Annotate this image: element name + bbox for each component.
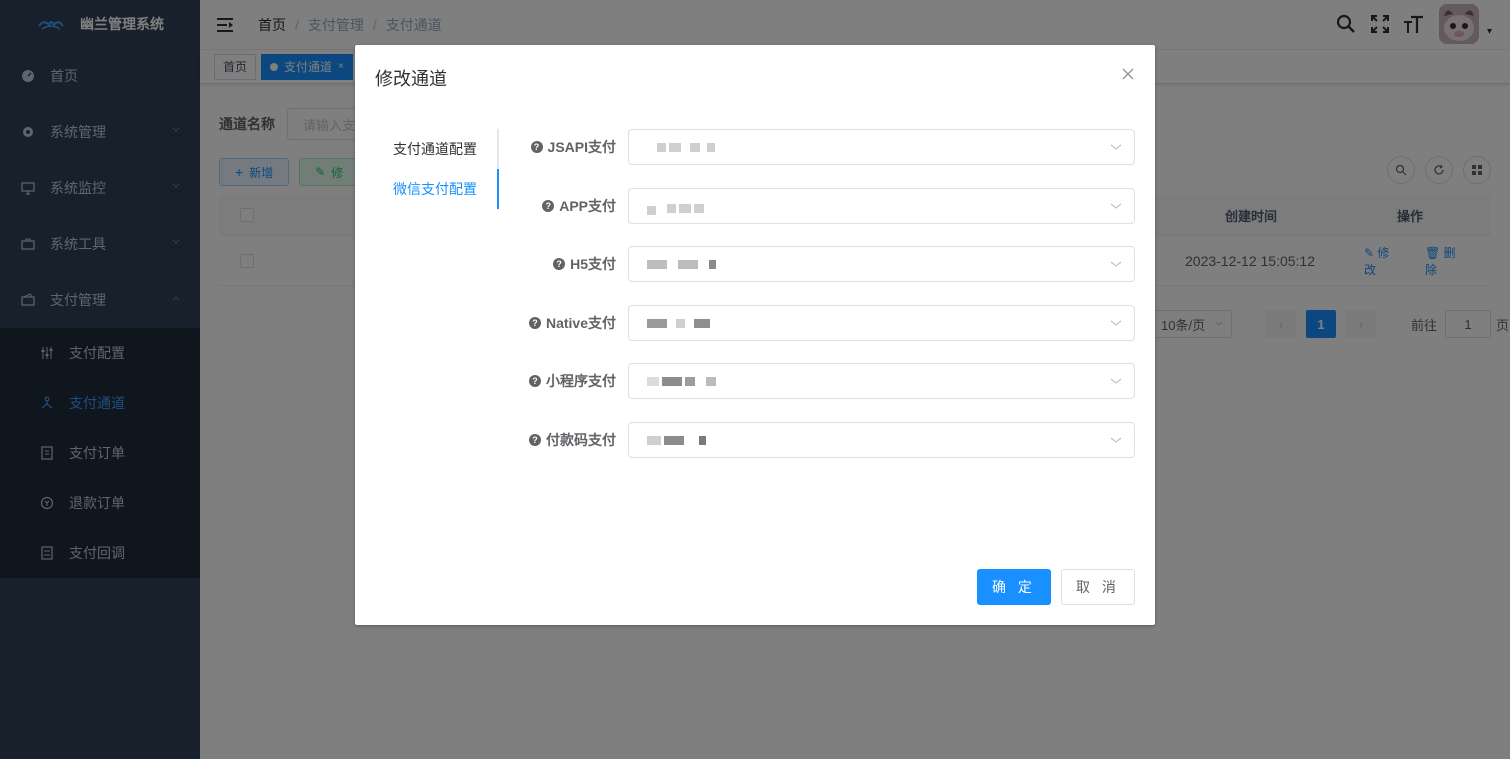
app-select[interactable] <box>628 188 1135 224</box>
tab-wechat-config[interactable]: 微信支付配置 <box>375 169 497 209</box>
form-item-miniprogram: ? 小程序支付 <box>518 363 1135 399</box>
confirm-button[interactable]: 确 定 <box>977 569 1051 605</box>
form-item-jsapi: ? JSAPI支付 <box>518 129 1135 165</box>
redacted-value <box>647 318 713 328</box>
redacted-value <box>647 435 709 445</box>
question-icon[interactable]: ? <box>530 141 543 153</box>
miniprogram-select[interactable] <box>628 363 1135 399</box>
redacted-value <box>647 198 707 215</box>
question-icon[interactable]: ? <box>528 317 541 329</box>
form-label-text: APP支付 <box>559 198 616 214</box>
question-icon[interactable]: ? <box>553 258 566 270</box>
barcode-select[interactable] <box>628 422 1135 458</box>
form-label: ? H5支付 <box>518 254 628 274</box>
question-icon[interactable]: ? <box>529 375 541 387</box>
chevron-down-icon <box>1110 144 1122 150</box>
cancel-button[interactable]: 取 消 <box>1061 569 1135 605</box>
dialog-tabs: 支付通道配置 微信支付配置 <box>375 129 499 209</box>
form-label-text: 付款码支付 <box>546 432 616 448</box>
form-label-text: H5支付 <box>570 256 616 272</box>
chevron-down-icon <box>1110 261 1122 267</box>
form-label: ? APP支付 <box>518 196 628 216</box>
form-label: ? Native支付 <box>518 313 628 333</box>
form-label: ? 小程序支付 <box>518 371 628 391</box>
form-label-text: JSAPI支付 <box>547 139 616 155</box>
dialog-title: 修改通道 <box>375 69 447 89</box>
chevron-down-icon <box>1110 378 1122 384</box>
edit-channel-dialog: 修改通道 支付通道配置 微信支付配置 ? JSAPI支付 ? APP支付 ? H5支付… <box>355 45 1155 625</box>
form-label-text: Native支付 <box>545 315 616 331</box>
jsapi-select[interactable] <box>628 129 1135 165</box>
form-label: ? 付款码支付 <box>518 430 628 450</box>
close-icon[interactable] <box>1121 67 1135 81</box>
redacted-value <box>647 259 719 269</box>
chevron-down-icon <box>1110 203 1122 209</box>
question-icon[interactable]: ? <box>542 200 555 212</box>
form-label-text: 小程序支付 <box>546 373 616 389</box>
form-item-native: ? Native支付 <box>518 305 1135 341</box>
redacted-value <box>647 376 719 386</box>
form-item-barcode: ? 付款码支付 <box>518 422 1135 458</box>
form-item-h5: ? H5支付 <box>518 246 1135 282</box>
tab-channel-config[interactable]: 支付通道配置 <box>375 129 497 169</box>
form-item-app: ? APP支付 <box>518 188 1135 224</box>
redacted-value <box>647 142 718 152</box>
h5-select[interactable] <box>628 246 1135 282</box>
chevron-down-icon <box>1110 320 1122 326</box>
native-select[interactable] <box>628 305 1135 341</box>
chevron-down-icon <box>1110 437 1122 443</box>
tab-active-indicator <box>497 169 499 209</box>
form-label: ? JSAPI支付 <box>518 137 628 157</box>
question-icon[interactable]: ? <box>529 434 541 446</box>
dialog-footer: 确 定 取 消 <box>977 569 1135 605</box>
